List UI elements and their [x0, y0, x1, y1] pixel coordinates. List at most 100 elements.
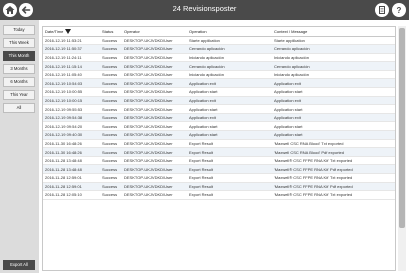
cell-operator: DESKTOP-UKJVDKD\User	[122, 70, 187, 80]
table-row[interactable]: 2016-12-19 09:40:30 Success DESKTOP-UKJVDK…	[43, 130, 395, 140]
cell-operation: Export Result	[187, 190, 272, 200]
report-icon[interactable]	[375, 3, 389, 17]
cell-context: 'Maxwell® CSC FFPE RNA Kit' Txt exported	[272, 156, 395, 166]
table-row[interactable]: 2016-12-19 11:53:21 Success DESKTOP-UKJVDK…	[43, 36, 395, 46]
column-header-context[interactable]: Context / Message	[272, 27, 395, 37]
cell-status: Success	[100, 70, 122, 80]
cell-context: Application start	[272, 104, 395, 114]
cell-operator: DESKTOP-UKJVDKD\User	[122, 61, 187, 71]
table-row[interactable]: 2016-11-28 12:05:10 Success DESKTOP-UKJVDK…	[43, 190, 395, 200]
cell-context: 'Maxwell CSC RNA Blood' Pdf exported	[272, 147, 395, 157]
cell-operation: Application exit	[187, 78, 272, 89]
svg-text:?: ?	[397, 6, 402, 15]
filter-all-button[interactable]: All	[3, 103, 35, 113]
table-row[interactable]: 2016-12-19 09:54:38 Success DESKTOP-UKJVDK…	[43, 113, 395, 123]
table-row[interactable]: 2016-12-19 10:54:03 Success DESKTOP-UKJVDK…	[43, 78, 395, 89]
cell-datetime: 2016-12-19 11:24:11	[43, 53, 100, 63]
cell-context: Starte applikation	[272, 36, 395, 46]
cell-datetime: 2016-11-28 12:59:01	[43, 173, 100, 183]
cell-datetime: 2016-12-19 09:40:30	[43, 130, 100, 140]
cell-context: Iniciando aplicación	[272, 53, 395, 63]
cell-context: 'Maxwell® CSC FFPE RNA Kit' Pdf exported	[272, 182, 395, 192]
cell-context: Cerrando aplicación	[272, 61, 395, 71]
table-row[interactable]: 2016-11-28 12:59:01 Success DESKTOP-UKJVDK…	[43, 173, 395, 183]
filter-today-button[interactable]: Today	[3, 25, 35, 35]
cell-status: Success	[100, 139, 122, 149]
cell-operator: DESKTOP-UKJVDKD\User	[122, 96, 187, 106]
cell-status: Success	[100, 147, 122, 157]
cell-context: Application exit	[272, 78, 395, 89]
table-row[interactable]: 2016-12-19 09:55:53 Success DESKTOP-UKJVDK…	[43, 104, 395, 114]
table-row[interactable]: 2016-12-19 11:05:40 Success DESKTOP-UKJVDK…	[43, 70, 395, 80]
cell-datetime: 2016-11-28 13:48:48	[43, 156, 100, 166]
cell-operation: Application exit	[187, 96, 272, 106]
column-header-operation[interactable]: Operation	[187, 27, 272, 37]
cell-context: Application start	[272, 87, 395, 97]
window-title: 24 Revisionsposter	[172, 4, 237, 13]
cell-datetime: 2016-12-19 09:54:20	[43, 121, 100, 132]
cell-context: 'Maxwell® CSC FFPE RNA Kit' Pdf exported	[272, 164, 395, 174]
table-row[interactable]: 2016-11-28 13:48:48 Success DESKTOP-UKJVDK…	[43, 156, 395, 166]
filter-this-year-button[interactable]: This Year	[3, 90, 35, 100]
table-row[interactable]: 2016-12-19 11:50:37 Success DESKTOP-UKJVDK…	[43, 44, 395, 54]
cell-operator: DESKTOP-UKJVDKD\User	[122, 78, 187, 89]
vertical-scrollbar[interactable]	[398, 26, 406, 271]
cell-operation: Cerrando aplicación	[187, 61, 272, 71]
table-row[interactable]: 2016-12-19 10:00:15 Success DESKTOP-UKJVDK…	[43, 96, 395, 106]
filter-3-months-button[interactable]: 3 Months	[3, 64, 35, 74]
table-row[interactable]: 2016-11-28 13:48:48 Success DESKTOP-UKJVDK…	[43, 164, 395, 174]
cell-operator: DESKTOP-UKJVDKD\User	[122, 182, 187, 192]
table-row[interactable]: 2016-11-30 16:48:26 Success DESKTOP-UKJVDK…	[43, 139, 395, 149]
cell-operator: DESKTOP-UKJVDKD\User	[122, 53, 187, 63]
content-area: Date/Time Status Operator Operation Cont…	[39, 20, 409, 273]
cell-context: Application start	[272, 130, 395, 140]
cell-operation: Export Result	[187, 173, 272, 183]
table-row[interactable]: 2016-11-30 16:48:26 Success DESKTOP-UKJVDK…	[43, 147, 395, 157]
column-header-operator[interactable]: Operator	[122, 27, 187, 37]
cell-context: Application start	[272, 121, 395, 132]
cell-operation: Application start	[187, 104, 272, 114]
cell-operator: DESKTOP-UKJVDKD\User	[122, 173, 187, 183]
audit-table: Date/Time Status Operator Operation Cont…	[43, 27, 395, 200]
cell-context: Application exit	[272, 96, 395, 106]
cell-context: 'Maxwell® CSC FFPE RNA Kit' Txt exported	[272, 173, 395, 183]
cell-operation: Export Result	[187, 147, 272, 157]
cell-operator: DESKTOP-UKJVDKD\User	[122, 130, 187, 140]
cell-operation: Export Result	[187, 156, 272, 166]
column-header-datetime[interactable]: Date/Time	[43, 27, 100, 37]
cell-status: Success	[100, 61, 122, 71]
cell-operator: DESKTOP-UKJVDKD\User	[122, 139, 187, 149]
export-all-button[interactable]: Export All	[3, 260, 35, 270]
cell-operation: Export Result	[187, 164, 272, 174]
audit-grid: Date/Time Status Operator Operation Cont…	[42, 26, 396, 271]
column-header-status[interactable]: Status	[100, 27, 122, 37]
cell-context: Cerrando aplicación	[272, 44, 395, 54]
cell-status: Success	[100, 53, 122, 63]
table-row[interactable]: 2016-11-28 12:59:01 Success DESKTOP-UKJVDK…	[43, 182, 395, 192]
sort-descending-icon	[65, 28, 72, 34]
cell-operation: Starte applikation	[187, 36, 272, 46]
filter-6-months-button[interactable]: 6 Months	[3, 77, 35, 87]
table-row[interactable]: 2016-12-19 11:15:14 Success DESKTOP-UKJVDK…	[43, 61, 395, 71]
cell-status: Success	[100, 182, 122, 192]
cell-context: 'Maxwell® CSC FFPE RNA Kit' Txt exported	[272, 190, 395, 200]
filter-this-month-button[interactable]: This Month	[3, 51, 35, 61]
cell-operator: DESKTOP-UKJVDKD\User	[122, 36, 187, 46]
cell-datetime: 2016-11-28 13:48:48	[43, 164, 100, 174]
cell-operator: DESKTOP-UKJVDKD\User	[122, 121, 187, 132]
filter-this-week-button[interactable]: This Week	[3, 38, 35, 48]
cell-context: Application exit	[272, 113, 395, 123]
cell-status: Success	[100, 190, 122, 200]
table-row[interactable]: 2016-12-19 09:54:20 Success DESKTOP-UKJVDK…	[43, 121, 395, 132]
cell-status: Success	[100, 96, 122, 106]
cell-operator: DESKTOP-UKJVDKD\User	[122, 113, 187, 123]
cell-operator: DESKTOP-UKJVDKD\User	[122, 87, 187, 97]
table-row[interactable]: 2016-12-19 10:00:55 Success DESKTOP-UKJVDK…	[43, 87, 395, 97]
cell-operator: DESKTOP-UKJVDKD\User	[122, 44, 187, 54]
cell-datetime: 2016-12-19 09:54:38	[43, 113, 100, 123]
cell-datetime: 2016-12-19 11:50:37	[43, 44, 100, 54]
scrollbar-thumb[interactable]	[399, 28, 405, 228]
table-row[interactable]: 2016-12-19 11:24:11 Success DESKTOP-UKJVDK…	[43, 53, 395, 63]
help-icon[interactable]: ?	[392, 3, 406, 17]
cell-datetime: 2016-12-19 09:55:53	[43, 104, 100, 114]
